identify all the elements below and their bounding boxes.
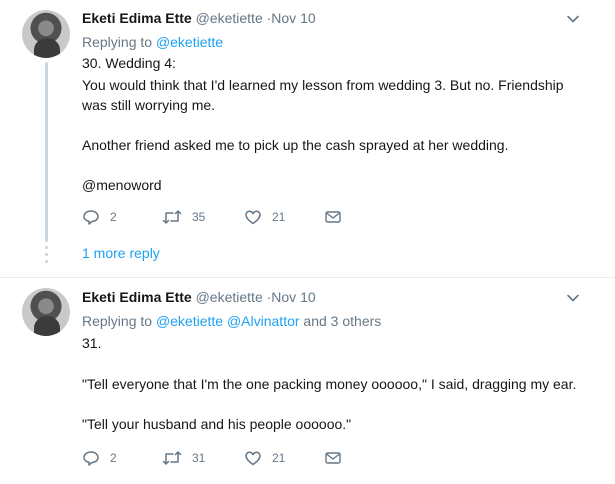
tweet-text-line: 31. xyxy=(82,335,102,351)
reply-count: 2 xyxy=(110,210,117,224)
envelope-icon xyxy=(325,452,341,464)
avatar[interactable] xyxy=(22,10,70,58)
author-name[interactable]: Eketi Edima Ette xyxy=(82,10,192,26)
retweet-icon xyxy=(162,210,182,224)
chevron-down-icon[interactable] xyxy=(566,12,580,26)
tweet-actions: 2 35 21 xyxy=(82,207,382,227)
replying-to-others[interactable]: and 3 others xyxy=(300,313,381,329)
reply-icon xyxy=(83,210,99,225)
replying-to: Replying to @eketiette @Alvinattor and 3… xyxy=(82,312,381,330)
tweet-timestamp[interactable]: ·Nov 10 xyxy=(267,10,316,26)
tweet-actions: 2 31 21 xyxy=(82,448,382,468)
reply-button[interactable]: 2 xyxy=(82,448,117,468)
tweet[interactable]: Eketi Edima Ette @eketiette ·Nov 10 Repl… xyxy=(0,0,615,277)
reply-button[interactable]: 2 xyxy=(82,207,117,227)
author-handle[interactable]: @eketiette xyxy=(196,289,263,305)
replying-to-label: Replying to xyxy=(82,34,156,50)
like-count: 21 xyxy=(272,451,286,465)
direct-message-button[interactable] xyxy=(325,207,341,227)
replying-to-user-links[interactable]: @eketiette @Alvinattor xyxy=(156,313,300,329)
retweet-count: 31 xyxy=(192,451,206,465)
tweet-text-line: 30. Wedding 4: xyxy=(82,55,176,71)
tweet-text-line: was still worrying me. xyxy=(82,97,216,113)
direct-message-button[interactable] xyxy=(325,448,341,468)
like-button[interactable]: 21 xyxy=(244,207,285,227)
author-name[interactable]: Eketi Edima Ette xyxy=(82,289,192,305)
like-count: 21 xyxy=(272,210,286,224)
replying-to-label: Replying to xyxy=(82,313,156,329)
tweet-text-line: "Tell your husband and his people oooooo… xyxy=(82,416,352,432)
author-handle[interactable]: @eketiette xyxy=(196,10,263,26)
retweet-icon xyxy=(162,451,182,465)
retweet-button[interactable]: 31 xyxy=(162,448,205,468)
like-button[interactable]: 21 xyxy=(244,448,285,468)
retweet-count: 35 xyxy=(192,210,206,224)
replying-to-user-link[interactable]: @eketiette xyxy=(156,34,223,50)
tweet-timestamp[interactable]: ·Nov 10 xyxy=(267,289,316,305)
envelope-icon xyxy=(325,211,341,223)
mention-link[interactable]: @menoword xyxy=(82,175,162,195)
reply-count: 2 xyxy=(110,451,117,465)
more-replies-link[interactable]: 1 more reply xyxy=(82,244,160,262)
tweet-text-line: "Tell everyone that I'm the one packing … xyxy=(82,376,577,392)
chevron-down-icon[interactable] xyxy=(566,291,580,305)
tweet[interactable]: Eketi Edima Ette @eketiette ·Nov 10 Repl… xyxy=(0,277,615,484)
replying-to: Replying to @eketiette xyxy=(82,33,223,51)
reply-icon xyxy=(83,451,99,466)
heart-icon xyxy=(245,451,261,466)
heart-icon xyxy=(245,210,261,225)
thread-ellipsis xyxy=(45,246,48,267)
tweet-header: Eketi Edima Ette @eketiette ·Nov 10 xyxy=(82,9,316,27)
tweet-text-line: You would think that I'd learned my less… xyxy=(82,77,564,93)
tweet-header: Eketi Edima Ette @eketiette ·Nov 10 xyxy=(82,288,316,306)
retweet-button[interactable]: 35 xyxy=(162,207,205,227)
avatar[interactable] xyxy=(22,288,70,336)
thread-line xyxy=(45,62,48,242)
tweet-text-line: Another friend asked me to pick up the c… xyxy=(82,137,509,153)
